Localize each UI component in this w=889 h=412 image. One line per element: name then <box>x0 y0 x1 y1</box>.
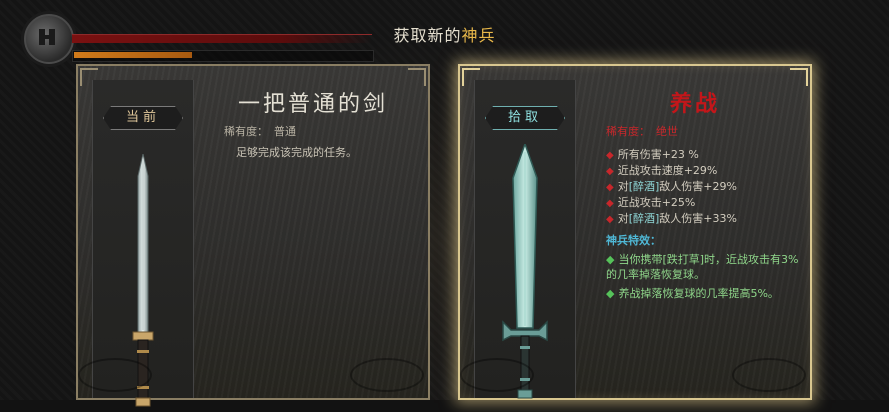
energy-bar-fill <box>74 52 192 58</box>
title-prefix: 获取新的 <box>393 26 462 45</box>
current-weapon-name: 一把普通的剑 <box>237 92 388 117</box>
cloud-ornament <box>350 358 424 392</box>
panel-corner-ornament <box>408 68 426 86</box>
stat-line: ◆ 近战攻击+25% <box>606 196 696 209</box>
stat-line: ◆ 对[醉酒]敌人伤害+29% <box>606 180 737 193</box>
diamond-bullet-icon: ◆ <box>606 182 614 193</box>
special-effect: ◆ 当你携带[跌打草]时，近战攻击有3%的几率掉落恢复球。 <box>606 253 799 281</box>
pickup-weapon-name: 养战 <box>669 91 720 117</box>
special-effect: ◆ 养战掉落恢复球的几率提高5%。 <box>606 287 779 300</box>
stat-list: ◆ 所有伤害+23 % ◆ 近战攻击速度+29% ◆ 对[醉酒]敌人伤害+29% ◆ 近… <box>606 147 802 227</box>
page-title: 获取新的神兵 <box>0 22 889 46</box>
cloud-ornament <box>78 358 152 392</box>
cloud-ornament <box>460 358 534 392</box>
stat-line: ◆ 近战攻击速度+29% <box>606 164 718 177</box>
rarity-value: 普通 <box>274 125 296 138</box>
special-effects-title: 神兵特效： <box>606 234 661 247</box>
energy-bar-track <box>72 50 374 62</box>
status-tag: [醉酒] <box>628 212 660 225</box>
pickup-tag[interactable]: 拾取 <box>485 106 565 130</box>
diamond-bullet-icon: ◆ <box>606 198 614 209</box>
diamond-bullet-icon: ◆ <box>606 150 614 161</box>
diamond-bullet-icon: ◆ <box>606 253 615 266</box>
current-weapon-panel: 当前 一把普通的剑 稀有度： 普通 足够完成该完成的任务。 <box>76 64 430 407</box>
stat-line: ◆ 对[醉酒]敌人伤害+33% <box>606 212 737 225</box>
weapon-description: 足够完成该完成的任务。 <box>236 146 357 159</box>
diamond-bullet-icon: ◆ <box>606 166 614 177</box>
weapon-display: 当前 <box>92 80 194 407</box>
pickup-weapon-info: 稀有度： 绝世 ◆ 所有伤害+23 % ◆ 近战攻击速度+29% ◆ 对[醉酒]敌人伤害… <box>606 124 802 301</box>
stat-line: ◆ 所有伤害+23 % <box>606 148 699 161</box>
cloud-ornament <box>732 358 806 392</box>
title-highlight: 神兵 <box>461 26 496 45</box>
panel-corner-ornament <box>790 68 808 86</box>
status-tag: [醉酒] <box>628 180 660 193</box>
current-weapon-info: 稀有度： 普通 足够完成该完成的任务。 <box>224 124 420 160</box>
rarity-value: 绝世 <box>656 125 678 138</box>
rarity-label: 稀有度： <box>606 125 650 138</box>
weapon-display: 拾取 <box>474 80 576 399</box>
diamond-bullet-icon: ◆ <box>606 287 615 300</box>
current-tag: 当前 <box>103 106 183 130</box>
rarity-label: 稀有度： <box>224 125 268 138</box>
pickup-weapon-panel[interactable]: 拾取 养战 稀有度： 绝世 ◆ 所有伤害+23 % ◆ 近战攻击速度+29% ◆… <box>458 64 812 400</box>
diamond-bullet-icon: ◆ <box>606 214 614 225</box>
